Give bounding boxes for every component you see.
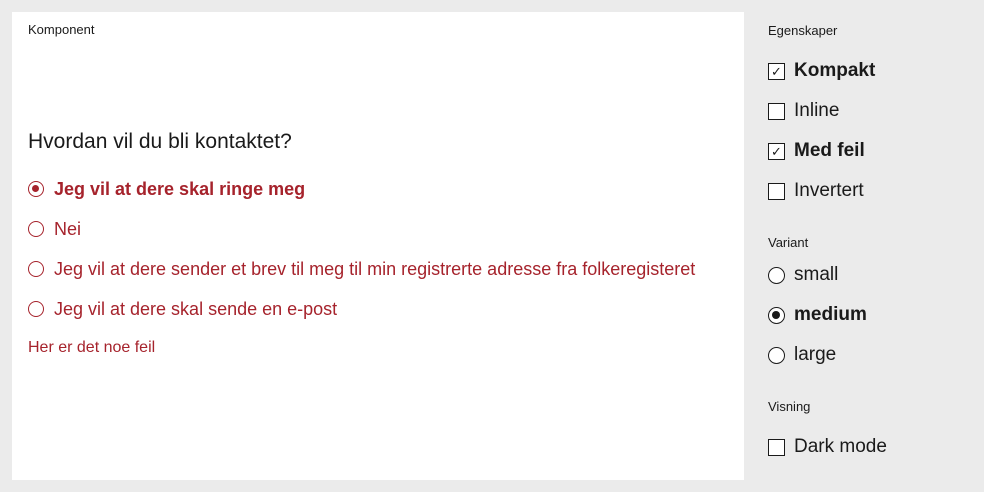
component-preview-panel: Komponent Hvordan vil du bli kontaktet? …	[12, 12, 744, 480]
checkbox-box[interactable]: ✓	[768, 142, 785, 160]
radio-option-label: Nei	[54, 218, 82, 239]
checkbox-box[interactable]	[768, 102, 785, 120]
radio-option-label: Jeg vil at dere sender et brev til meg t…	[54, 258, 696, 279]
radio-button[interactable]	[768, 266, 785, 284]
radio-label: large	[794, 344, 837, 365]
variant-option-large[interactable]: large	[768, 341, 836, 369]
properties-heading: Egenskaper	[768, 23, 838, 38]
error-message: Her er det noe feil	[28, 339, 156, 356]
radio-button[interactable]	[768, 306, 785, 324]
checkbox-dark-mode[interactable]: Dark mode	[768, 433, 887, 461]
radio-button[interactable]	[28, 301, 44, 317]
radio-option-label: Jeg vil at dere skal sende en e-post	[54, 298, 338, 319]
checkbox-med-feil[interactable]: ✓ Med feil	[768, 137, 865, 165]
radio-button[interactable]	[28, 221, 44, 237]
checkbox-inline[interactable]: Inline	[768, 97, 839, 125]
radio-button[interactable]	[28, 181, 44, 197]
checkbox-label: Dark mode	[794, 436, 887, 457]
radio-option-ring[interactable]: Jeg vil at dere skal ringe meg	[28, 175, 305, 203]
display-heading: Visning	[768, 399, 811, 414]
radio-label: medium	[794, 304, 867, 325]
radio-option-epost[interactable]: Jeg vil at dere skal sende en e-post	[28, 295, 337, 323]
radio-group-legend: Hvordan vil du bli kontaktet?	[28, 130, 292, 153]
radio-button[interactable]	[28, 261, 44, 277]
checkbox-kompakt[interactable]: ✓ Kompakt	[768, 57, 875, 85]
radio-option-nei[interactable]: Nei	[28, 215, 81, 243]
checkbox-invertert[interactable]: Invertert	[768, 177, 864, 205]
radio-label: small	[794, 264, 839, 285]
radio-option-label: Jeg vil at dere skal ringe meg	[54, 178, 306, 199]
radio-button[interactable]	[768, 346, 785, 364]
variant-heading: Variant	[768, 235, 809, 250]
checkbox-label: Med feil	[794, 140, 865, 161]
checkbox-label: Inline	[794, 100, 840, 121]
variant-option-medium[interactable]: medium	[768, 301, 867, 329]
variant-option-small[interactable]: small	[768, 261, 838, 289]
checkbox-label: Kompakt	[794, 60, 876, 81]
checkbox-box[interactable]: ✓	[768, 62, 785, 80]
checkbox-label: Invertert	[794, 180, 864, 201]
checkbox-box[interactable]	[768, 438, 785, 456]
panel-title: Komponent	[28, 22, 95, 37]
checkbox-box[interactable]	[768, 182, 785, 200]
radio-option-brev[interactable]: Jeg vil at dere sender et brev til meg t…	[28, 255, 695, 283]
